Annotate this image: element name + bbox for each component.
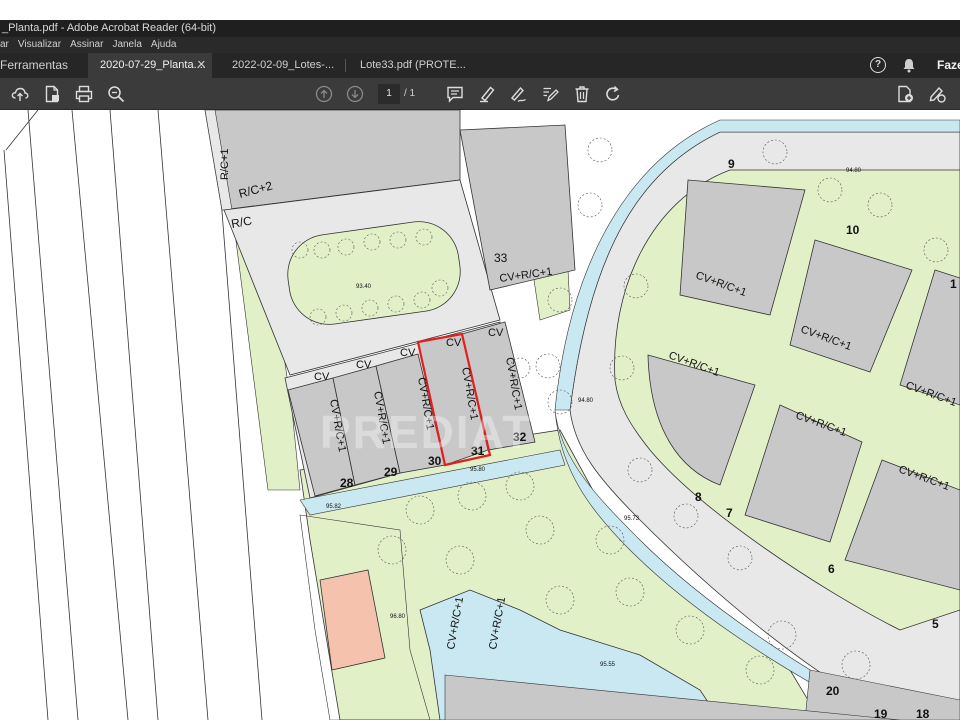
- label-lot-20: 20: [826, 684, 840, 698]
- file-icon[interactable]: [43, 85, 61, 103]
- zoom-icon[interactable]: [107, 85, 125, 103]
- elevation-5: 95.73: [624, 516, 640, 522]
- bell-icon[interactable]: [902, 58, 916, 73]
- menu-item-view[interactable]: Visualizar: [18, 37, 61, 53]
- label-cv-31: CV: [446, 337, 462, 349]
- sign-in-button[interactable]: Faze: [937, 53, 960, 78]
- comment-icon[interactable]: [446, 85, 464, 103]
- rotate-icon[interactable]: [604, 85, 622, 103]
- label-lot-18: 18: [916, 707, 930, 720]
- label-lot-5: 5: [932, 617, 939, 631]
- page-down-icon[interactable]: [346, 85, 364, 103]
- print-icon[interactable]: [75, 85, 93, 103]
- toolbar: / 1: [0, 78, 960, 110]
- label-cv-28: CV: [314, 371, 330, 383]
- page-total: / 1: [404, 88, 416, 99]
- label-cv-30: CV: [400, 347, 416, 359]
- tab-label: 2022-02-09_Lotes-...: [232, 59, 335, 71]
- label-lot-29: 29: [384, 465, 398, 479]
- elevation-3: 95.80: [470, 467, 486, 473]
- label-rc1: R/C+1: [219, 149, 231, 181]
- label-cv-32: CV: [488, 327, 504, 339]
- menu-item-sign[interactable]: Assinar: [70, 37, 103, 53]
- label-lot-6: 6: [828, 562, 835, 576]
- export-pdf-icon[interactable]: [896, 85, 914, 103]
- watermark-text: PREDIAT: [320, 406, 533, 458]
- label-lot-28: 28: [340, 476, 354, 490]
- tab-label: 2020-07-29_Planta....: [100, 59, 206, 71]
- label-cv-29: CV: [356, 359, 372, 371]
- acrobat-window: _Planta.pdf - Adobe Acrobat Reader (64-b…: [0, 20, 960, 720]
- menu-item-file[interactable]: ar: [0, 37, 9, 53]
- edit-icon[interactable]: [541, 85, 559, 103]
- tab-label: Lote33.pdf (PROTE...: [360, 59, 466, 71]
- tab-separator: [345, 59, 346, 72]
- menu-bar: ar Visualizar Assinar Janela Ajuda: [0, 37, 960, 53]
- elevation-4: 95.82: [326, 504, 342, 510]
- label-lot-33: 33: [494, 251, 508, 265]
- sign-icon[interactable]: [509, 85, 527, 103]
- elevation-2: 94.80: [846, 168, 862, 174]
- label-lot-10: 10: [846, 223, 860, 237]
- page-up-icon[interactable]: [315, 85, 333, 103]
- elevation-7: 95.55: [600, 662, 616, 668]
- highlight-icon[interactable]: [478, 85, 496, 103]
- tab-document-lotes[interactable]: 2022-02-09_Lotes-...: [220, 53, 340, 78]
- elevation-1: 93.40: [356, 284, 372, 290]
- menu-item-window[interactable]: Janela: [112, 37, 141, 53]
- menu-item-help[interactable]: Ajuda: [151, 37, 177, 53]
- fill-sign-icon[interactable]: [928, 85, 946, 103]
- elevation-6: 96.80: [390, 614, 406, 620]
- label-lot-19: 19: [874, 707, 888, 720]
- tab-tools[interactable]: Ferramentas: [0, 53, 88, 78]
- tab-document-lote33[interactable]: Lote33.pdf (PROTE...: [348, 53, 478, 78]
- site-plan: R/C+1 R/C+2 R/C 33 CV+R/C+1 CV CV CV CV …: [3, 110, 960, 720]
- page-number-input[interactable]: [378, 84, 400, 104]
- help-icon[interactable]: ?: [870, 57, 886, 73]
- tab-document-planta[interactable]: 2020-07-29_Planta.... ✕: [88, 53, 212, 78]
- cloud-upload-icon[interactable]: [11, 85, 29, 103]
- window-title: _Planta.pdf - Adobe Acrobat Reader (64-b…: [2, 22, 217, 34]
- label-lot-8: 8: [695, 490, 702, 504]
- label-lot-1-partial: 1: [950, 277, 957, 291]
- document-view[interactable]: R/C+1 R/C+2 R/C 33 CV+R/C+1 CV CV CV CV …: [0, 110, 960, 720]
- label-lot-7: 7: [726, 506, 733, 520]
- label-lot-9: 9: [728, 157, 735, 171]
- delete-icon[interactable]: [573, 85, 591, 103]
- close-icon[interactable]: ✕: [197, 53, 206, 78]
- title-bar: _Planta.pdf - Adobe Acrobat Reader (64-b…: [0, 20, 960, 37]
- tab-bar: Ferramentas 2020-07-29_Planta.... ✕ 2022…: [0, 53, 960, 78]
- elevation-8: 94.80: [578, 398, 594, 404]
